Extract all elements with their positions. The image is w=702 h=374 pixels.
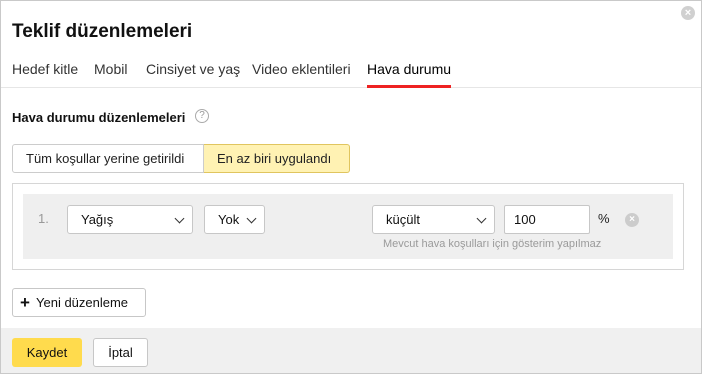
bid-adjustments-dialog: × Teklif düzenlemeleri Hedef kitle Mobil… bbox=[0, 0, 702, 374]
tab-video-extensions[interactable]: Video eklentileri bbox=[252, 61, 351, 88]
remove-rule-icon[interactable]: × bbox=[625, 213, 639, 227]
value-select[interactable]: Yok bbox=[204, 205, 265, 234]
dialog-title: Teklif düzenlemeleri bbox=[12, 21, 193, 42]
close-icon[interactable]: × bbox=[681, 6, 695, 20]
mode-any-condition-button[interactable]: En az biri uygulandı bbox=[204, 144, 350, 173]
direction-select[interactable]: küçült bbox=[372, 205, 495, 234]
tab-mobile[interactable]: Mobil bbox=[94, 61, 127, 88]
tab-weather[interactable]: Hava durumu bbox=[367, 61, 452, 88]
condition-mode-switch: Tüm koşullar yerine getirildi En az biri… bbox=[12, 144, 350, 173]
chevron-down-icon bbox=[246, 213, 257, 224]
tab-gender-age[interactable]: Cinsiyet ve yaş bbox=[146, 61, 240, 88]
percent-sign: % bbox=[598, 211, 610, 226]
add-adjustment-label: Yeni düzenleme bbox=[36, 295, 129, 310]
rule-row: 1. Yağış Yok küçült % × Mevcut hava koşu… bbox=[23, 194, 673, 259]
rule-number: 1. bbox=[38, 211, 49, 226]
add-adjustment-button[interactable]: + Yeni düzenleme bbox=[12, 288, 146, 317]
dialog-footer: Kaydet İptal bbox=[1, 328, 701, 373]
rules-container: 1. Yağış Yok küçült % × Mevcut hava koşu… bbox=[12, 183, 684, 270]
condition-select-value: Yağış bbox=[81, 212, 114, 227]
chevron-down-icon bbox=[174, 213, 185, 224]
tab-bar: Hedef kitle Mobil Cinsiyet ve yaş Video … bbox=[1, 59, 701, 88]
percent-input[interactable] bbox=[504, 205, 590, 234]
save-button[interactable]: Kaydet bbox=[12, 338, 82, 367]
chevron-down-icon bbox=[476, 213, 487, 224]
help-icon[interactable]: ? bbox=[195, 109, 209, 123]
tab-audience[interactable]: Hedef kitle bbox=[12, 61, 78, 88]
mode-all-conditions-button[interactable]: Tüm koşullar yerine getirildi bbox=[12, 144, 204, 173]
direction-select-value: küçült bbox=[386, 212, 420, 227]
rule-hint: Mevcut hava koşulları için gösterim yapı… bbox=[383, 238, 602, 250]
value-select-value: Yok bbox=[218, 212, 240, 227]
section-title: Hava durumu düzenlemeleri bbox=[12, 110, 186, 125]
plus-icon: + bbox=[20, 293, 30, 312]
condition-select[interactable]: Yağış bbox=[67, 205, 193, 234]
cancel-button[interactable]: İptal bbox=[93, 338, 148, 367]
